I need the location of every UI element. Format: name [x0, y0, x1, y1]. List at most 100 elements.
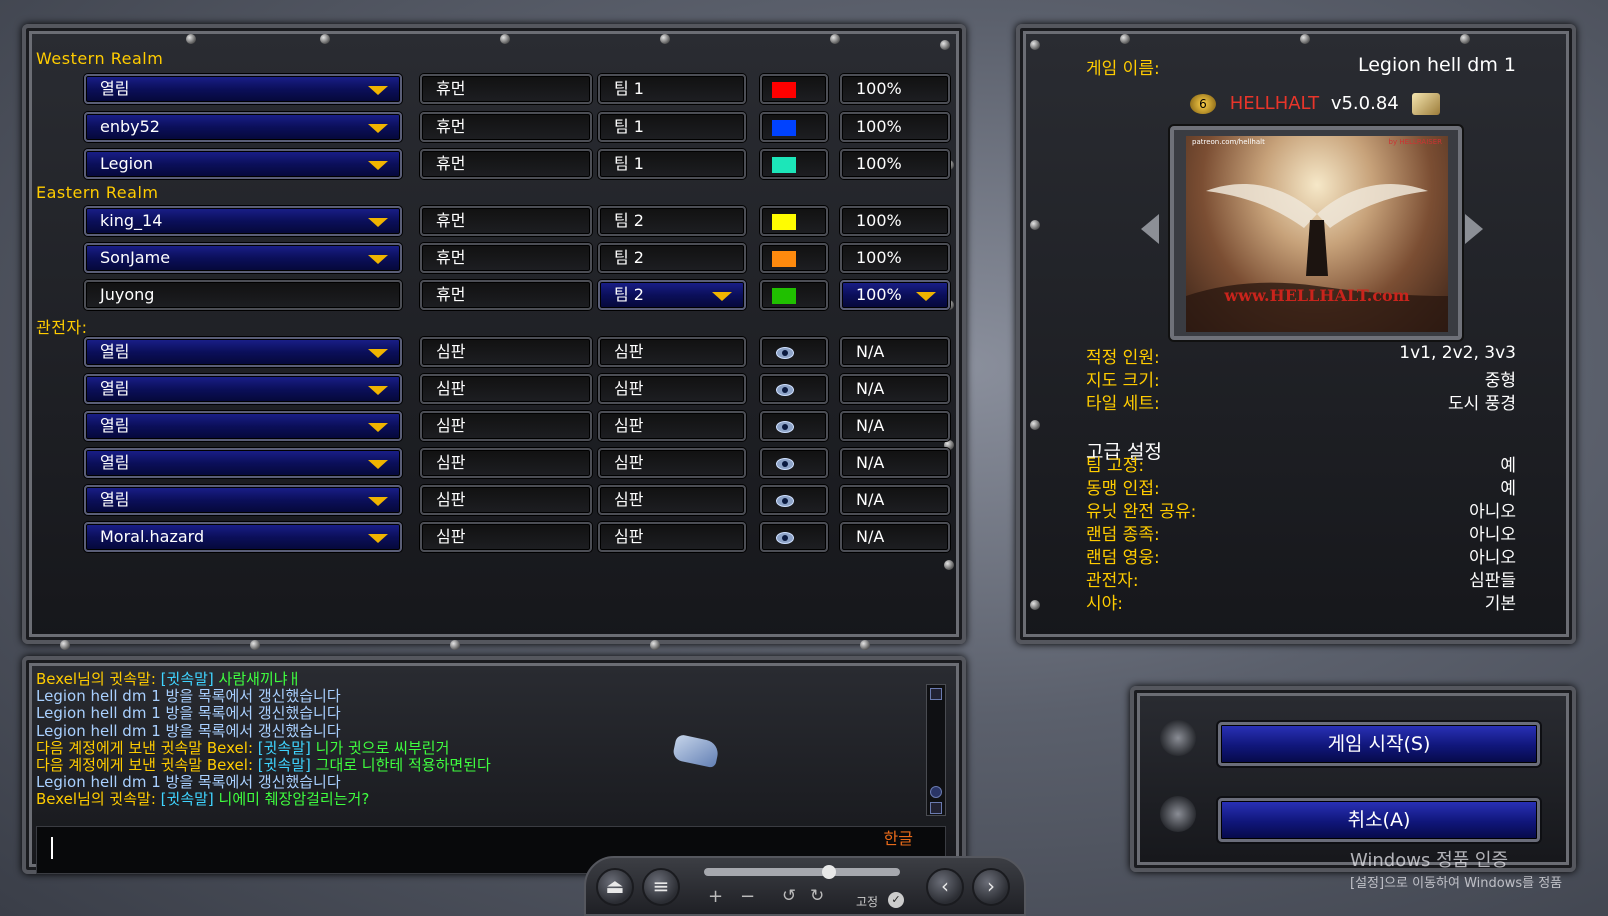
- team-dropdown[interactable]: 팀 2: [598, 206, 746, 236]
- player-name-dropdown[interactable]: Legion: [84, 149, 402, 179]
- zoom-slider-thumb[interactable]: [822, 865, 836, 879]
- color-dropdown[interactable]: [760, 149, 828, 179]
- team-dropdown[interactable]: 심판: [598, 411, 746, 441]
- rivet: [60, 640, 70, 650]
- handicap-dropdown[interactable]: N/A: [840, 337, 950, 367]
- previous-icon[interactable]: ‹: [926, 868, 964, 906]
- cancel-button[interactable]: 취소(A): [1218, 798, 1540, 842]
- race-dropdown[interactable]: 심판: [420, 374, 592, 404]
- zoom-in-icon[interactable]: +: [708, 886, 723, 907]
- race-label: 휴먼: [436, 211, 466, 230]
- team-dropdown[interactable]: 심판: [598, 448, 746, 478]
- race-dropdown[interactable]: 휴먼: [420, 243, 592, 273]
- handicap-dropdown[interactable]: 100%: [840, 243, 950, 273]
- handicap-dropdown[interactable]: N/A: [840, 522, 950, 552]
- race-dropdown[interactable]: 휴먼: [420, 74, 592, 104]
- handicap-dropdown[interactable]: 100%: [840, 149, 950, 179]
- team-dropdown[interactable]: 팀 1: [598, 149, 746, 179]
- lock-toggle-label: 고정: [856, 895, 879, 909]
- handicap-dropdown[interactable]: N/A: [840, 485, 950, 515]
- next-icon[interactable]: ›: [972, 868, 1010, 906]
- player-name-dropdown[interactable]: 열림: [84, 374, 402, 404]
- zoom-out-icon[interactable]: −: [740, 886, 755, 907]
- game-name-value: Legion hell dm 1: [1357, 54, 1516, 76]
- advanced-setting-label: 관전자:: [1086, 571, 1139, 591]
- team-dropdown[interactable]: 팀 2: [598, 243, 746, 273]
- player-row: Legion 휴먼 팀 1 100%: [84, 149, 954, 179]
- lock-check-icon[interactable]: ✓: [888, 892, 904, 908]
- eject-icon[interactable]: ⏏: [596, 868, 634, 906]
- start-game-button[interactable]: 게임 시작(S): [1218, 722, 1540, 766]
- handicap-dropdown[interactable]: N/A: [840, 448, 950, 478]
- menu-icon[interactable]: ≡: [642, 868, 680, 906]
- handicap-label: 100%: [856, 285, 902, 304]
- color-dropdown[interactable]: [760, 74, 828, 104]
- team-dropdown[interactable]: 심판: [598, 485, 746, 515]
- handicap-dropdown[interactable]: 100%: [840, 206, 950, 236]
- color-dropdown[interactable]: [760, 411, 828, 441]
- color-dropdown[interactable]: [760, 112, 828, 142]
- color-swatch: [772, 214, 796, 230]
- race-dropdown[interactable]: 심판: [420, 485, 592, 515]
- player-name-dropdown[interactable]: king_14: [84, 206, 402, 236]
- scroll-down-icon[interactable]: [930, 802, 942, 814]
- player-row: SonJame 휴먼 팀 2 100%: [84, 243, 954, 273]
- race-dropdown[interactable]: 심판: [420, 522, 592, 552]
- map-preview-image: patreon.com/hellhalt by HELLRAISER www.H…: [1186, 136, 1448, 332]
- team-dropdown[interactable]: 심판: [598, 374, 746, 404]
- undo-icon[interactable]: ↺: [782, 886, 796, 906]
- race-label: 심판: [436, 379, 466, 398]
- team-dropdown[interactable]: 심판: [598, 522, 746, 552]
- scroll-icon: [1412, 93, 1441, 115]
- race-dropdown[interactable]: 심판: [420, 337, 592, 367]
- scroll-up-icon[interactable]: [930, 688, 942, 700]
- preview-prev-arrow-icon[interactable]: [1141, 214, 1159, 244]
- race-dropdown[interactable]: 심판: [420, 411, 592, 441]
- race-dropdown[interactable]: 휴먼: [420, 280, 592, 310]
- player-name-dropdown[interactable]: 열림: [84, 485, 402, 515]
- color-dropdown[interactable]: [760, 485, 828, 515]
- zoom-slider[interactable]: [704, 868, 900, 876]
- race-dropdown[interactable]: 심판: [420, 448, 592, 478]
- player-name-dropdown[interactable]: Moral.hazard: [84, 522, 402, 552]
- team-label: 팀 1: [614, 79, 644, 98]
- handicap-dropdown[interactable]: N/A: [840, 411, 950, 441]
- color-dropdown[interactable]: [760, 522, 828, 552]
- player-name-dropdown[interactable]: 열림: [84, 411, 402, 441]
- color-dropdown[interactable]: [760, 448, 828, 478]
- player-name-dropdown[interactable]: 열림: [84, 448, 402, 478]
- redo-icon[interactable]: ↻: [810, 886, 824, 906]
- color-dropdown[interactable]: [760, 337, 828, 367]
- race-dropdown[interactable]: 휴먼: [420, 149, 592, 179]
- rivet: [320, 34, 330, 44]
- handicap-dropdown[interactable]: N/A: [840, 374, 950, 404]
- race-dropdown[interactable]: 휴먼: [420, 112, 592, 142]
- player-name-dropdown[interactable]: Juyong: [84, 280, 402, 310]
- color-dropdown[interactable]: [760, 280, 828, 310]
- race-label: 심판: [436, 342, 466, 361]
- player-name: king_14: [100, 211, 163, 230]
- player-row: enby52 휴먼 팀 1 100%: [84, 112, 954, 142]
- player-name-dropdown[interactable]: 열림: [84, 74, 402, 104]
- player-name-dropdown[interactable]: 열림: [84, 337, 402, 367]
- player-name-dropdown[interactable]: SonJame: [84, 243, 402, 273]
- scroll-thumb[interactable]: [930, 786, 942, 798]
- preview-next-arrow-icon[interactable]: [1465, 214, 1483, 244]
- chevron-down-icon: [368, 218, 388, 227]
- team-dropdown[interactable]: 팀 1: [598, 74, 746, 104]
- team-dropdown[interactable]: 팀 1: [598, 112, 746, 142]
- team-dropdown[interactable]: 심판: [598, 337, 746, 367]
- color-dropdown[interactable]: [760, 374, 828, 404]
- chat-message-part: [귓속말]: [160, 790, 219, 809]
- handicap-dropdown[interactable]: 100%: [840, 112, 950, 142]
- color-dropdown[interactable]: [760, 206, 828, 236]
- handicap-dropdown[interactable]: 100%: [840, 74, 950, 104]
- player-name-dropdown[interactable]: enby52: [84, 112, 402, 142]
- advanced-setting-label: 동맹 인접:: [1086, 479, 1160, 499]
- observer-eye-icon: [776, 532, 794, 544]
- race-dropdown[interactable]: 휴먼: [420, 206, 592, 236]
- color-dropdown[interactable]: [760, 243, 828, 273]
- handicap-dropdown[interactable]: 100%: [840, 280, 950, 310]
- color-swatch: [772, 157, 796, 173]
- team-dropdown[interactable]: 팀 2: [598, 280, 746, 310]
